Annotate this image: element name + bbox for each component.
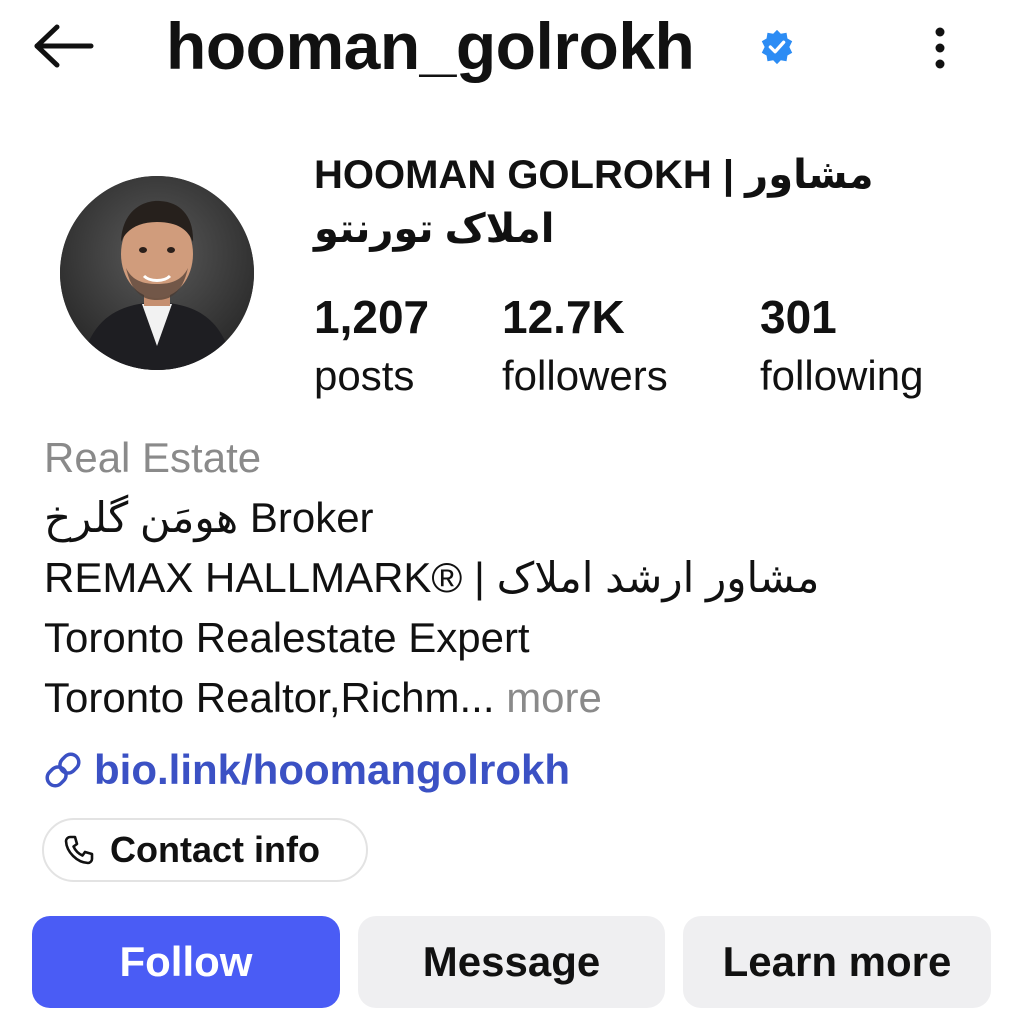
bio-line-1: هومَن گلرخ Broker xyxy=(44,494,374,541)
posts-count: 1,207 xyxy=(314,291,430,343)
arrow-left-icon xyxy=(34,24,94,68)
more-vertical-icon xyxy=(935,27,945,69)
posts-label: posts xyxy=(314,352,415,399)
more-options-button[interactable] xyxy=(920,20,960,76)
contact-info-button[interactable]: Contact info xyxy=(42,818,368,882)
bio-line-4-container: Toronto Realtor,Richm... more xyxy=(44,668,984,728)
followers-count: 12.7K xyxy=(502,291,625,343)
verified-badge-icon xyxy=(761,29,793,65)
bio-link-text: bio.link/hoomangolrokh xyxy=(94,746,570,793)
following-count: 301 xyxy=(760,291,837,343)
follow-button[interactable]: Follow xyxy=(32,916,340,1008)
category-label: Real Estate xyxy=(44,434,262,481)
full-name-line2: املاک تورنتو xyxy=(314,207,555,251)
bio-line-2: REMAX HALLMARK® | مشاور ارشد املاک xyxy=(44,554,820,601)
learn-more-button[interactable]: Learn more xyxy=(683,916,991,1008)
bio: Real Estate هومَن گلرخ Broker REMAX HALL… xyxy=(44,428,984,728)
bio-line-3: Toronto Realestate Expert xyxy=(44,614,530,661)
following-label: following xyxy=(760,352,924,399)
back-button[interactable] xyxy=(28,18,98,74)
full-name: HOOMAN GOLROKH | مشاور املاک تورنتو xyxy=(314,148,914,256)
bio-line-4: Toronto Realtor,Richm... xyxy=(44,674,495,721)
following-stat[interactable]: 301 following xyxy=(760,288,923,406)
bio-more-link[interactable]: more xyxy=(506,674,602,721)
link-icon xyxy=(45,752,81,788)
followers-stat[interactable]: 12.7K followers xyxy=(502,288,668,406)
username-title: hooman_golrokh xyxy=(166,9,695,83)
profile-photo xyxy=(60,176,254,370)
avatar[interactable] xyxy=(60,176,254,370)
contact-info-label: Contact info xyxy=(110,829,320,870)
bio-link[interactable]: bio.link/hoomangolrokh xyxy=(42,740,570,800)
full-name-line1: HOOMAN GOLROKH | مشاور xyxy=(314,153,874,197)
message-button[interactable]: Message xyxy=(358,916,665,1008)
profile-header: hooman_golrokh xyxy=(0,0,1024,100)
phone-icon xyxy=(62,833,96,867)
followers-label: followers xyxy=(502,352,668,399)
posts-stat[interactable]: 1,207 posts xyxy=(314,288,429,406)
